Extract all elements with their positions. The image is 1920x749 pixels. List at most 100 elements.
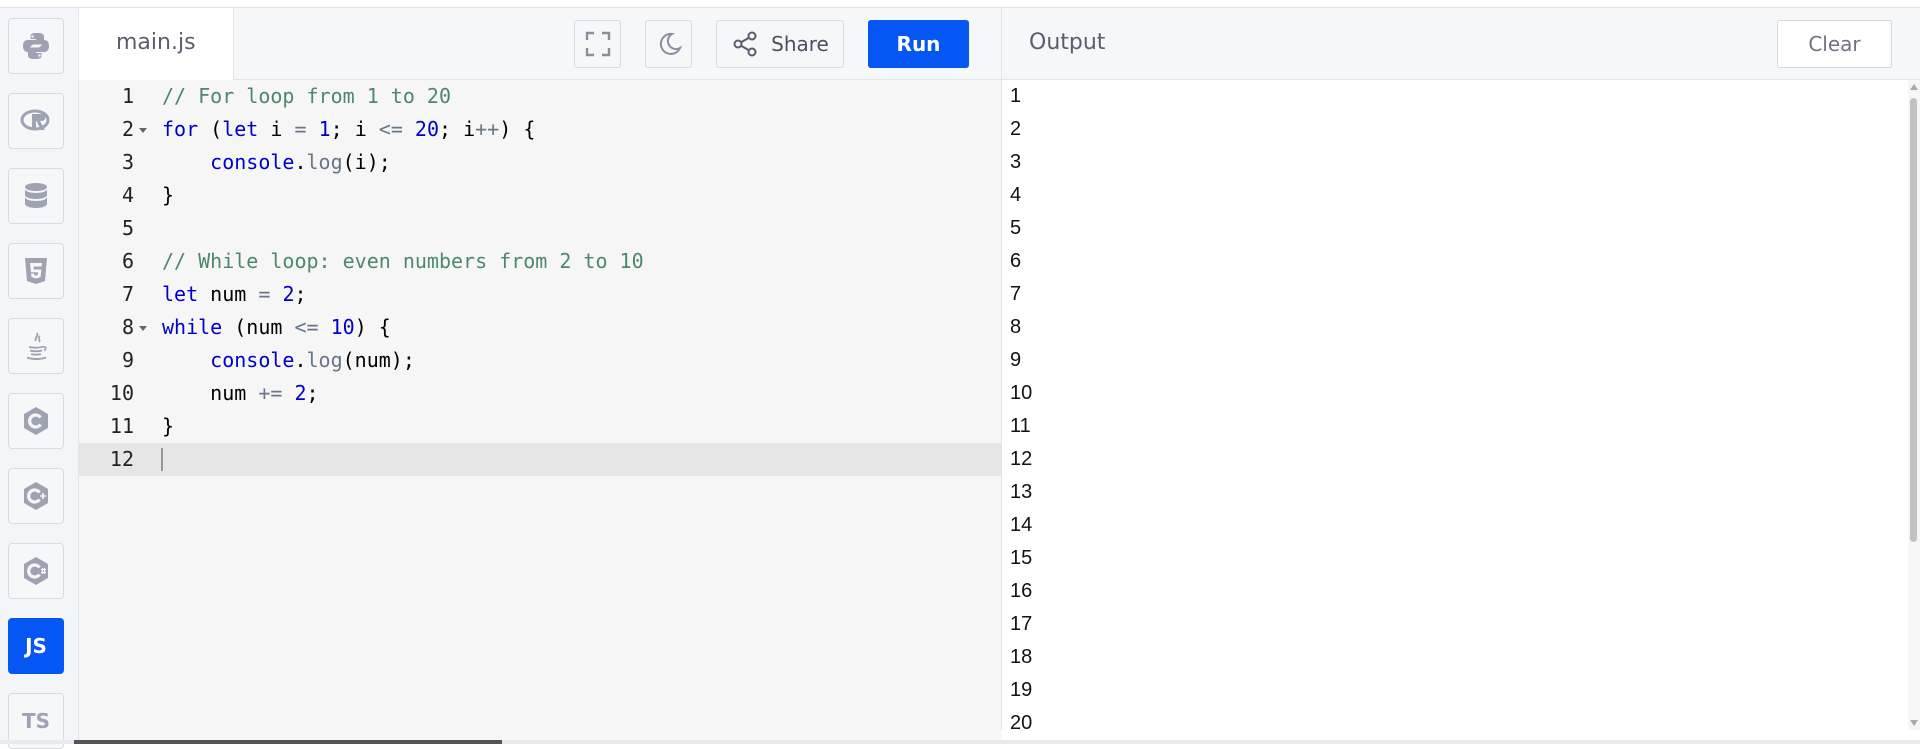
code-token: ) { (499, 117, 536, 141)
active-code-line[interactable]: 12 (79, 443, 1001, 476)
number-literal: 10 (330, 315, 355, 339)
line-number: 10 (109, 381, 134, 405)
output-line: 15 (1010, 547, 1033, 569)
sidebar-item-sql[interactable] (8, 168, 64, 224)
sidebar-item-java[interactable] (8, 318, 64, 374)
share-icon (733, 31, 757, 57)
code-text: } (162, 414, 175, 438)
sidebar-item-cpp[interactable] (8, 468, 64, 524)
line-number: 5 (121, 216, 134, 240)
output-line: 20 (1010, 712, 1033, 730)
output-title: Output (1029, 30, 1106, 55)
share-button[interactable]: Share (716, 20, 844, 68)
keyword: for (162, 117, 199, 141)
fold-arrow-icon[interactable] (139, 326, 147, 331)
html5-icon (25, 258, 47, 284)
sidebar-item-c[interactable] (8, 393, 64, 449)
run-button[interactable]: Run (868, 20, 969, 68)
output-line: 17 (1010, 613, 1033, 635)
code-text: for (let i = 1; i <= 20; i++) { (162, 113, 535, 146)
java-icon (26, 332, 47, 360)
line-number: 8 (121, 315, 134, 339)
operator: <= (378, 117, 403, 141)
output-panel[interactable]: 1 2 3 4 5 6 7 8 9 10 11 12 13 14 15 16 1… (1001, 80, 1920, 730)
output-line: 5 (1010, 217, 1022, 239)
comment: // For loop from 1 to 20 (162, 84, 451, 108)
line-number: 6 (121, 249, 134, 273)
code-token: ; i (439, 117, 476, 141)
line-number: 2 (121, 117, 134, 141)
output-line: 3 (1010, 151, 1022, 173)
operator: += (258, 381, 283, 405)
number-literal: 1 (318, 117, 331, 141)
theme-toggle-button[interactable] (645, 20, 692, 68)
database-icon (25, 183, 47, 208)
identifier: console (210, 348, 295, 372)
number-literal: 20 (414, 117, 440, 141)
code-line: 7 let num = 2; (79, 278, 1001, 311)
code-editor[interactable]: 1 // For loop from 1 to 20 2 for (let i … (79, 80, 1001, 744)
sidebar-item-python[interactable] (8, 18, 64, 74)
code-line: 9 console.log(num); (79, 344, 1001, 377)
expand-icon (585, 31, 610, 57)
code-line: 1 // For loop from 1 to 20 (79, 80, 1001, 113)
text-cursor (161, 448, 163, 471)
share-label: Share (771, 32, 829, 56)
output-line: 9 (1010, 349, 1022, 371)
output-line: 11 (1010, 415, 1031, 437)
code-line: 2 for (let i = 1; i <= 20; i++) { (79, 113, 1001, 146)
editor-toolbar: main.js Share Run (79, 8, 1001, 80)
output-line: 13 (1010, 481, 1033, 503)
output-line: 10 (1010, 382, 1033, 404)
output-line: 2 (1010, 118, 1022, 140)
clear-button[interactable]: Clear (1777, 20, 1892, 68)
code-token: ) { (354, 315, 391, 339)
number-literal: 2 (282, 282, 295, 306)
code-text: // While loop: even numbers from 2 to 10 (162, 245, 644, 278)
code-token: ; i (330, 117, 379, 141)
code-line: 4 } (79, 179, 1001, 212)
cpp-icon (24, 482, 48, 510)
output-line: 1 (1010, 85, 1022, 107)
sidebar-item-csharp[interactable] (8, 543, 64, 599)
operator: ++ (475, 117, 500, 141)
sidebar-item-r[interactable] (8, 93, 64, 149)
operator: <= (294, 315, 319, 339)
output-scrollbar-thumb[interactable] (1910, 98, 1917, 542)
sidebar-item-html[interactable] (8, 243, 64, 299)
code-line: 11 } (79, 410, 1001, 443)
code-text: console.log(num); (162, 344, 415, 377)
code-text: // For loop from 1 to 20 (162, 80, 451, 113)
r-language-icon (20, 109, 50, 131)
code-line: 3 console.log(i); (79, 146, 1001, 179)
code-line: 5 (79, 212, 1001, 245)
fullscreen-button[interactable] (574, 20, 621, 68)
number-literal: 2 (294, 381, 307, 405)
horizontal-scrollbar-thumb[interactable] (74, 740, 502, 744)
code-line: 8 while (num <= 10) { (79, 311, 1001, 344)
keyword: let (162, 282, 199, 306)
sidebar-item-javascript[interactable]: JS (8, 618, 64, 674)
method-name: log (306, 348, 343, 372)
code-text: } (162, 183, 175, 207)
scroll-up-arrow-icon[interactable] (1910, 84, 1918, 90)
line-number: 3 (121, 150, 134, 174)
scroll-down-arrow-icon[interactable] (1910, 720, 1918, 726)
fold-arrow-icon[interactable] (139, 128, 147, 133)
line-number: 7 (121, 282, 134, 306)
code-text: console.log(i); (162, 146, 391, 179)
code-text: let num = 2; (162, 278, 307, 311)
output-line: 8 (1010, 316, 1022, 338)
keyword: let (222, 117, 259, 141)
output-line: 14 (1010, 514, 1033, 536)
output-line: 18 (1010, 646, 1033, 668)
code-text: while (num <= 10) { (162, 311, 391, 344)
moon-icon (659, 32, 682, 55)
file-tab-main-js[interactable]: main.js (79, 8, 234, 80)
code-token: i (258, 117, 295, 141)
c-language-icon (24, 407, 48, 435)
